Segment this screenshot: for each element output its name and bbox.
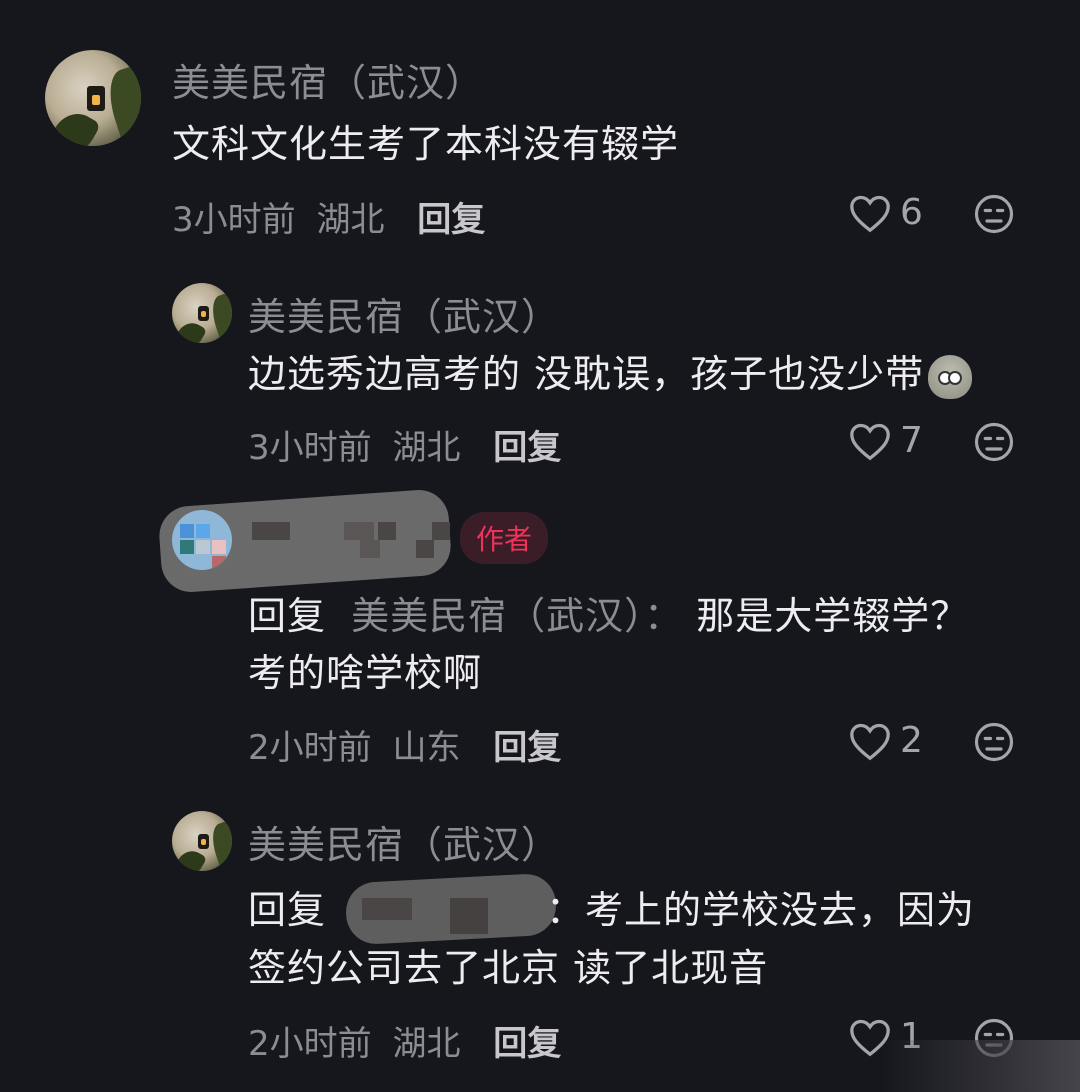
comment-text-body: 边选秀边高考的 没耽误，孩子也没少带: [248, 352, 925, 396]
watermark-overlay: [880, 1040, 1080, 1092]
location: 湖北: [316, 200, 385, 240]
reply-button[interactable]: 回复: [493, 1024, 561, 1064]
username[interactable]: 美美民宿（武汉）: [248, 814, 560, 869]
reply-prefix: 回复: [248, 888, 327, 932]
like-count: 2: [900, 720, 923, 761]
heart-icon: [850, 195, 890, 232]
unhappy-face-icon: [974, 722, 1014, 762]
author-badge: 作者: [460, 512, 549, 564]
comment-meta: 2小时前 山东 回复: [248, 720, 561, 769]
like-count: 7: [900, 420, 923, 461]
avatar[interactable]: [45, 50, 141, 146]
like-button[interactable]: 6: [848, 192, 923, 233]
comment-text-line2: 签约公司去了北京 读了北现音: [248, 946, 769, 990]
reply-button[interactable]: 回复: [417, 200, 485, 240]
comment-meta: 2小时前 湖北 回复: [248, 1016, 561, 1065]
comment-text: 文科文化生考了本科没有辍学: [172, 122, 680, 166]
location: 山东: [392, 728, 461, 768]
blob-shocked-emoji: [928, 354, 973, 399]
reply-target-username[interactable]: 美美民宿（武汉）：: [351, 594, 683, 638]
dislike-button[interactable]: [973, 193, 1015, 235]
dislike-button[interactable]: [973, 721, 1015, 763]
timestamp: 2小时前: [248, 1024, 372, 1064]
username[interactable]: 美美民宿（武汉）: [248, 286, 560, 341]
comment-meta: 3小时前 湖北 回复: [172, 192, 485, 241]
timestamp: 3小时前: [248, 428, 372, 468]
like-button[interactable]: 7: [848, 420, 923, 461]
comment-text-line1: 那是大学辍学？: [696, 594, 970, 638]
avatar[interactable]: [172, 283, 232, 343]
avatar[interactable]: [172, 811, 232, 871]
unhappy-face-icon: [974, 422, 1014, 462]
like-count: 6: [900, 192, 923, 233]
timestamp: 3小时前: [172, 200, 296, 240]
location: 湖北: [392, 428, 461, 468]
comment-text-line1: ：考上的学校没去，因为: [546, 888, 976, 932]
comment-text: 回复 美美民宿（武汉）： 那是大学辍学？: [248, 588, 969, 644]
heart-icon: [850, 423, 890, 460]
heart-icon: [850, 723, 890, 760]
username[interactable]: 美美民宿（武汉）: [172, 52, 484, 107]
comment-meta: 3小时前 湖北 回复: [248, 420, 561, 469]
location: 湖北: [392, 1024, 461, 1064]
comment-text: 边选秀边高考的 没耽误，孩子也没少带: [248, 346, 973, 402]
avatar[interactable]: [172, 510, 232, 570]
reply-button[interactable]: 回复: [493, 428, 561, 468]
comment-text-line2: 考的啥学校啊: [248, 651, 483, 695]
dislike-button[interactable]: [973, 421, 1015, 463]
reply-prefix: 回复: [248, 594, 327, 638]
timestamp: 2小时前: [248, 728, 372, 768]
reply-button[interactable]: 回复: [493, 728, 561, 768]
like-button[interactable]: 2: [848, 720, 923, 761]
unhappy-face-icon: [974, 194, 1014, 234]
